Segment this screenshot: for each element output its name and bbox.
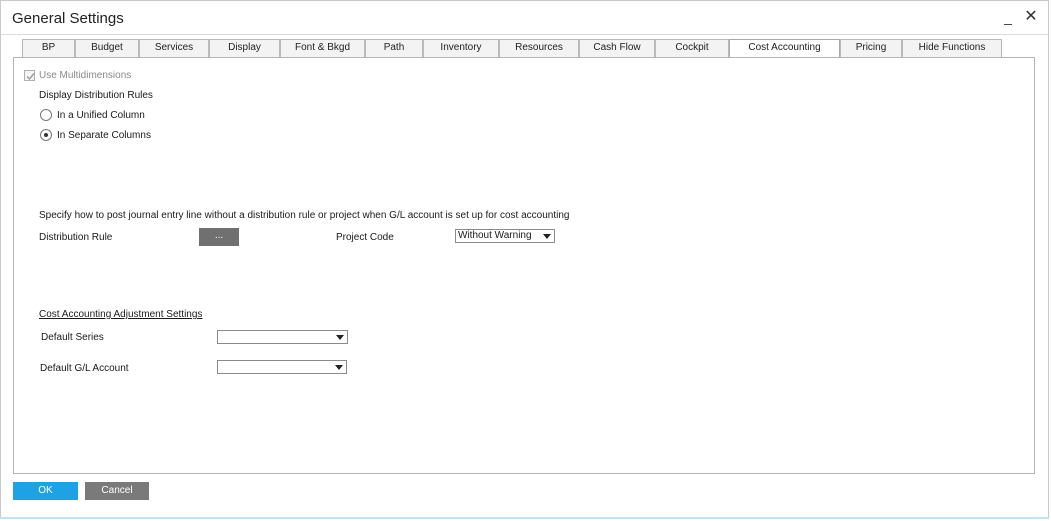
tab-bp[interactable]: BP [22,39,75,57]
distribution-rule-button[interactable]: ... [199,228,239,246]
default-gl-account-dropdown[interactable] [217,360,347,374]
checkmark-icon [26,73,35,81]
tab-inventory[interactable]: Inventory [423,39,499,57]
tab-path[interactable]: Path [365,39,423,57]
radio-selected-dot [44,133,48,137]
general-settings-window: General Settings _ ✕ BP Budget Services … [0,0,1049,519]
post-instruction-text: Specify how to post journal entry line w… [39,210,570,221]
tab-cost-accounting[interactable]: Cost Accounting [729,39,840,58]
tab-budget[interactable]: Budget [75,39,139,57]
window-title: General Settings [12,10,124,27]
tab-cockpit[interactable]: Cockpit [655,39,729,57]
close-icon[interactable]: ✕ [1022,8,1040,26]
separate-columns-label: In Separate Columns [57,130,151,141]
tab-services[interactable]: Services [139,39,209,57]
minimize-icon[interactable]: _ [999,8,1017,26]
project-code-dropdown[interactable]: Without Warning [455,229,555,243]
tab-cash-flow[interactable]: Cash Flow [579,39,655,57]
ok-button[interactable]: OK [13,482,78,500]
default-series-dropdown[interactable] [217,330,348,344]
unified-column-radio[interactable] [40,109,52,121]
display-distribution-rules-heading: Display Distribution Rules [39,90,153,101]
cancel-button[interactable]: Cancel [85,482,149,500]
distribution-rule-label: Distribution Rule [39,232,113,243]
separate-columns-radio[interactable] [40,129,52,141]
project-code-label: Project Code [336,232,394,243]
adjustment-settings-heading: Cost Accounting Adjustment Settings [39,309,203,320]
tab-display[interactable]: Display [209,39,280,57]
tab-hide-functions[interactable]: Hide Functions [902,39,1002,57]
window-bottom-border [0,517,1049,519]
default-gl-account-label: Default G/L Account [40,363,129,374]
tab-resources[interactable]: Resources [499,39,579,57]
default-series-label: Default Series [41,332,104,343]
tab-font-bkgd[interactable]: Font & Bkgd [280,39,365,57]
use-multidimensions-label: Use Multidimensions [39,70,132,81]
tab-pricing[interactable]: Pricing [840,39,902,57]
use-multidimensions-checkbox[interactable] [24,70,35,81]
chevron-down-icon [543,234,551,239]
project-code-value: Without Warning [458,230,532,241]
chevron-down-icon [336,335,344,340]
title-bar: General Settings _ ✕ [1,1,1048,35]
chevron-down-icon [335,365,343,370]
unified-column-label: In a Unified Column [57,110,145,121]
cost-accounting-panel: Use Multidimensions Display Distribution… [13,57,1035,474]
